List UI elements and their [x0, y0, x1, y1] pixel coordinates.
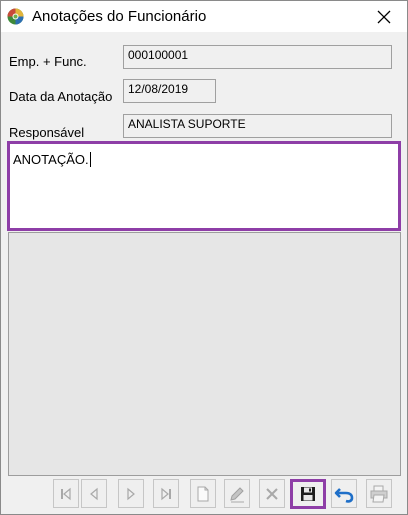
emp-func-label: Emp. + Func. [9, 54, 87, 69]
last-record-button[interactable] [153, 479, 179, 508]
last-icon [161, 487, 171, 500]
emp-func-field[interactable]: 000100001 [123, 45, 392, 69]
next-icon [127, 487, 135, 500]
close-button[interactable] [361, 1, 407, 32]
undo-arrow-icon [334, 487, 354, 503]
previous-record-button[interactable] [81, 479, 107, 508]
close-icon [377, 10, 391, 23]
previous-icon [90, 487, 98, 500]
delete-record-button[interactable] [259, 479, 285, 508]
date-label: Data da Anotação [9, 89, 113, 104]
next-record-button[interactable] [118, 479, 144, 508]
first-icon [61, 487, 71, 500]
note-textarea[interactable]: ANOTAÇÃO. [7, 141, 401, 231]
dialog-window: Anotações do Funcionário Emp. + Func. 00… [0, 0, 408, 515]
new-document-icon [197, 486, 209, 501]
window-title: Anotações do Funcionário [32, 8, 207, 25]
app-logo-icon [7, 8, 24, 25]
save-record-button[interactable] [290, 479, 326, 509]
text-caret [89, 152, 91, 167]
edit-record-button[interactable] [224, 479, 250, 508]
pencil-icon [230, 486, 244, 502]
print-record-button[interactable] [366, 479, 392, 508]
date-field[interactable]: 12/08/2019 [123, 79, 216, 103]
save-floppy-icon [301, 487, 315, 501]
responsible-label: Responsável [9, 125, 85, 140]
first-record-button[interactable] [53, 479, 79, 508]
undo-record-button[interactable] [331, 479, 357, 508]
title-bar: Anotações do Funcionário [1, 1, 407, 32]
new-record-button[interactable] [190, 479, 216, 508]
printer-icon [370, 485, 388, 502]
notes-panel [8, 232, 401, 476]
responsible-field[interactable]: ANALISTA SUPORTE [123, 114, 392, 138]
delete-x-icon [266, 487, 278, 500]
note-text: ANOTAÇÃO. [13, 152, 89, 167]
